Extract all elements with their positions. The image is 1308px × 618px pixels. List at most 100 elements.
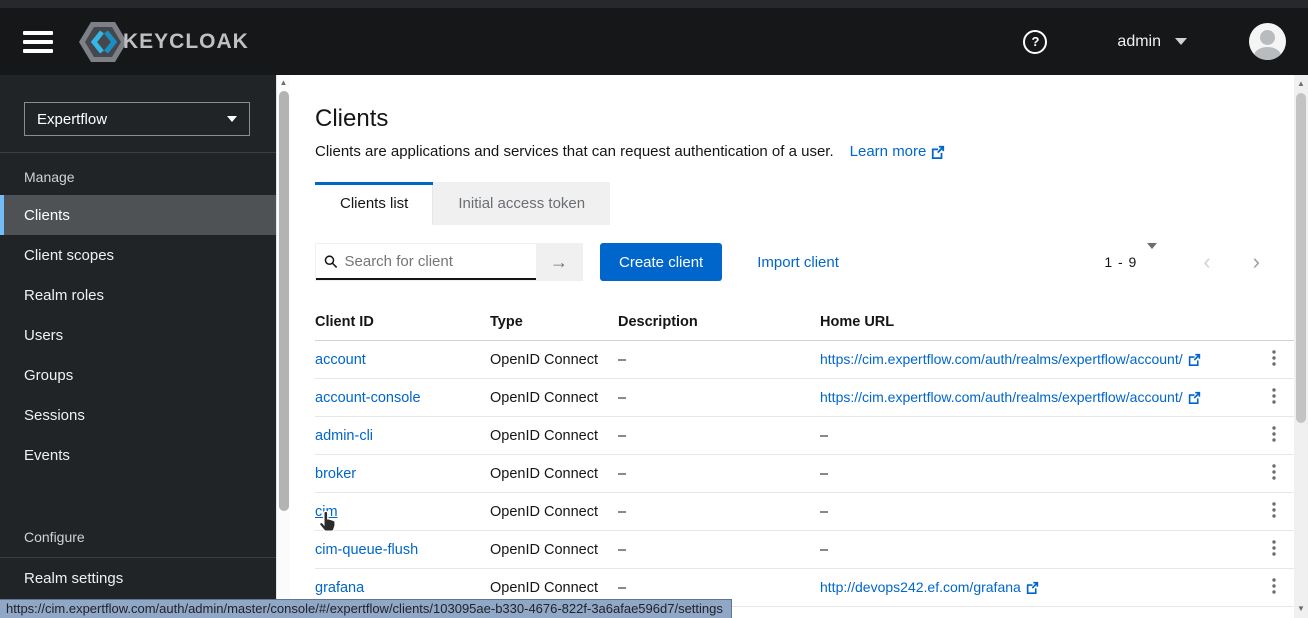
client-link-broker[interactable]: broker [315,466,356,482]
kebab-icon [1272,349,1276,366]
sidebar-item-client-scopes[interactable]: Client scopes [0,235,276,275]
client-type: OpenID Connect [490,541,599,558]
client-link-admin-cli[interactable]: admin-cli [315,428,373,444]
kebab-menu-button[interactable] [1270,463,1278,483]
help-icon[interactable]: ? [1023,29,1048,54]
home-url-text: – [820,503,829,520]
column-header-type: Type [490,313,523,330]
avatar[interactable] [1249,23,1286,60]
table-row: cim-queue-flush OpenID Connect – – [315,531,1294,569]
client-description: – [618,389,627,406]
realm-selector[interactable]: Expertflow [24,102,250,136]
pagination: 1 - 9 ‹ › [1104,243,1274,274]
learn-more-link[interactable]: Learn more [850,143,946,160]
tab-bar: Clients list Initial access token [315,182,1294,225]
client-description: – [618,427,627,444]
pagination-options-toggle[interactable] [1137,243,1158,274]
table-row: broker OpenID Connect – – [315,455,1294,493]
user-name: admin [1117,32,1161,50]
client-description: – [618,465,627,482]
chevron-down-icon [227,116,237,122]
client-link-account[interactable]: account [315,352,366,368]
keycloak-logo: KEYCLOAK [77,19,249,65]
table-row: admin-cli OpenID Connect – – [315,417,1294,455]
client-description: – [618,503,627,520]
kebab-menu-button[interactable] [1270,387,1278,407]
scrollbar-thumb[interactable] [279,91,289,511]
keycloak-hexagon-icon [79,21,127,62]
home-url-text: https://cim.expertflow.com/auth/realms/e… [820,351,1183,367]
kebab-menu-button[interactable] [1270,501,1278,521]
kebab-menu-button[interactable] [1270,349,1278,369]
pagination-range: 1 - 9 [1104,254,1138,270]
home-url-link[interactable]: https://cim.expertflow.com/auth/realms/e… [820,351,1201,367]
main-scrollbar[interactable]: ▲ ▼ [1294,75,1308,618]
scroll-up-icon[interactable]: ▲ [1294,78,1308,90]
home-url-link[interactable]: https://cim.expertflow.com/auth/realms/e… [820,389,1201,405]
home-url-text: – [820,427,829,444]
table-header-row: Client ID Type Description Home URL [315,303,1294,341]
home-url-text: http://devops242.ef.com/grafana [820,579,1021,595]
client-type: OpenID Connect [490,351,599,368]
kebab-icon [1272,425,1276,442]
create-client-button[interactable]: Create client [600,243,723,281]
client-type: OpenID Connect [490,389,599,406]
masthead: KEYCLOAK ? admin [0,0,1308,75]
kebab-menu-button[interactable] [1270,577,1278,597]
tab-initial-access-token[interactable]: Initial access token [433,182,611,225]
clients-table: Client ID Type Description Home URL acco… [290,303,1294,607]
client-link-cim-queue-flush[interactable]: cim-queue-flush [315,542,418,558]
hamburger-menu-icon[interactable] [23,30,53,53]
scroll-up-icon[interactable]: ▲ [277,77,290,89]
client-type: OpenID Connect [490,465,599,482]
client-description: – [618,579,627,596]
tab-clients-list[interactable]: Clients list [315,182,434,225]
sidebar-item-realm-settings[interactable]: Realm settings [0,558,276,598]
next-page-button[interactable]: › [1253,251,1260,273]
client-link-account-console[interactable]: account-console [315,390,421,406]
search-input[interactable] [344,252,528,270]
sidebar-item-realm-roles[interactable]: Realm roles [0,275,276,315]
import-client-link[interactable]: Import client [757,254,839,271]
external-link-icon [1188,391,1200,404]
sidebar-item-groups[interactable]: Groups [0,355,276,395]
client-description: – [618,541,627,558]
external-link-icon [1188,353,1200,366]
previous-page-button[interactable]: ‹ [1203,251,1210,273]
toolbar: → Create client Import client 1 - 9 ‹ › [315,243,1294,281]
search-group: → [315,243,583,281]
client-description: – [618,351,627,368]
scrollbar-thumb[interactable] [1296,93,1306,423]
column-header-description: Description [618,313,698,330]
scroll-down-icon[interactable]: ▼ [1294,603,1308,615]
client-type: OpenID Connect [490,579,599,596]
client-link-cim[interactable]: cim [315,504,338,520]
page-subtitle: Clients are applications and services th… [315,143,834,160]
sidebar-item-events[interactable]: Events [0,435,276,475]
main-content: Clients Clients are applications and ser… [290,75,1294,618]
kebab-menu-button[interactable] [1270,425,1278,445]
table-row: account-console OpenID Connect – https:/… [315,379,1294,417]
search-submit-button[interactable]: → [536,244,582,280]
learn-more-label: Learn more [849,143,927,160]
sidebar-item-clients[interactable]: Clients [0,195,276,235]
column-header-home-url: Home URL [820,313,895,330]
sidebar-scrollbar[interactable]: ▲ [276,75,290,618]
realm-name: Expertflow [37,110,108,128]
home-url-text: – [820,465,829,482]
external-link-icon [932,145,945,159]
home-url-link[interactable]: http://devops242.ef.com/grafana [820,579,1039,595]
sidebar-item-users[interactable]: Users [0,315,276,355]
kebab-menu-button[interactable] [1270,539,1278,559]
client-link-grafana[interactable]: grafana [315,580,364,596]
table-row: cim OpenID Connect – – [315,493,1294,531]
sidebar-item-sessions[interactable]: Sessions [0,395,276,435]
kebab-icon [1272,539,1276,556]
home-url-text: – [820,541,829,558]
browser-status-bar: https://cim.expertflow.com/auth/admin/ma… [0,599,732,618]
client-type: OpenID Connect [490,427,599,444]
page-title: Clients [315,105,389,132]
kebab-icon [1272,463,1276,480]
user-menu[interactable]: admin [1117,33,1187,51]
search-icon [324,254,338,268]
